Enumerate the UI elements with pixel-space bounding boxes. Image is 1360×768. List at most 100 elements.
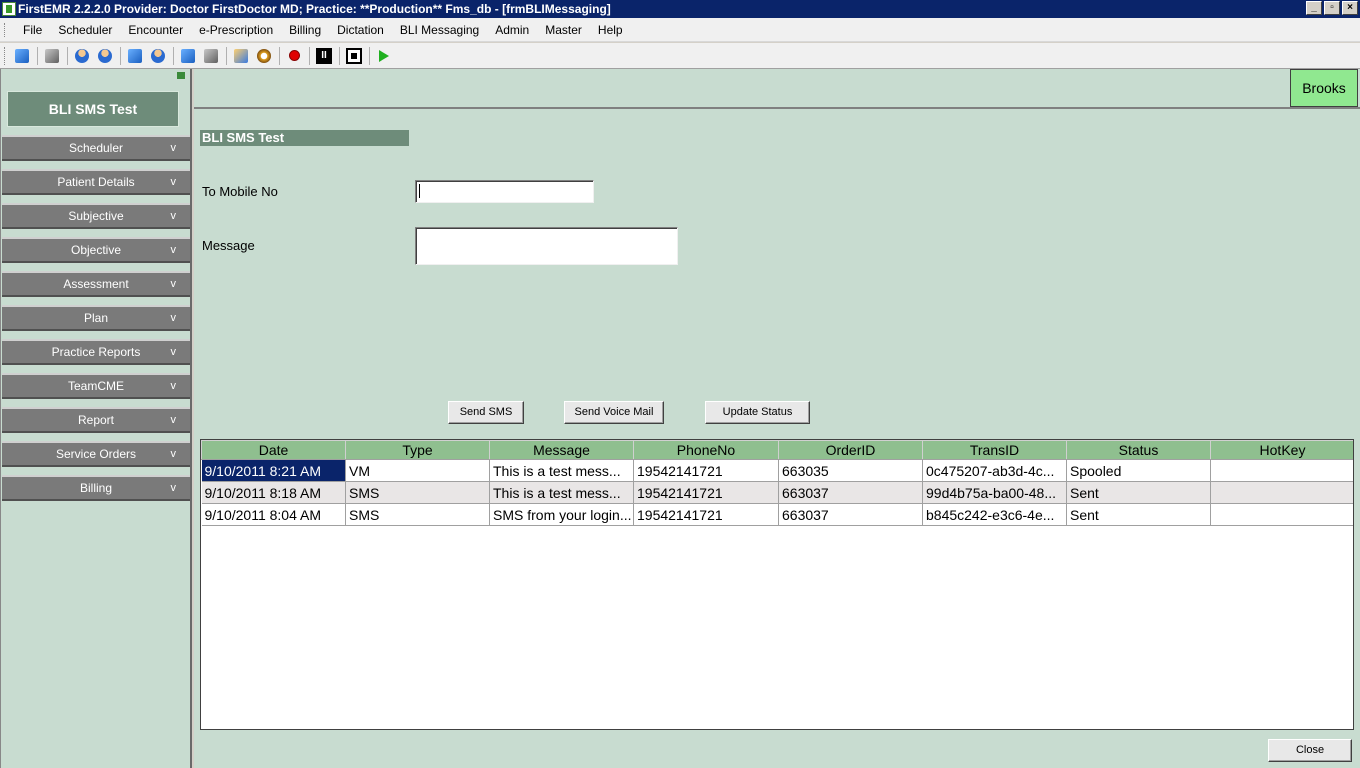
cell-phoneno[interactable]: 19542141721 [633, 481, 779, 504]
person-up-icon[interactable] [71, 45, 93, 67]
menu-admin[interactable]: Admin [487, 18, 537, 42]
minimize-button[interactable]: _ [1306, 1, 1322, 15]
cell-message[interactable]: This is a test mess... [489, 459, 634, 482]
cell-type[interactable]: SMS [345, 503, 490, 526]
send-voice-mail-button[interactable]: Send Voice Mail [564, 401, 664, 424]
cell-date[interactable]: 9/10/2011 8:21 AM [201, 459, 346, 482]
cell-date[interactable]: 9/10/2011 8:04 AM [201, 503, 346, 526]
chevron-down-icon: v [170, 380, 177, 392]
export-icon[interactable] [200, 45, 222, 67]
update-status-button[interactable]: Update Status [705, 401, 810, 424]
cell-orderid[interactable]: 663037 [778, 481, 923, 504]
stop-icon[interactable] [343, 45, 365, 67]
sidebar-item-label: Report [77, 413, 115, 427]
cell-hotkey[interactable] [1210, 459, 1353, 482]
column-header-date[interactable]: Date [201, 440, 346, 460]
menu-bli-messaging[interactable]: BLI Messaging [392, 18, 487, 42]
menu-master[interactable]: Master [537, 18, 590, 42]
sidebar-item-subjective[interactable]: Subjective v [2, 203, 190, 229]
cell-transid[interactable]: 99d4b75a-ba00-48... [922, 481, 1067, 504]
menu-encounter[interactable]: Encounter [120, 18, 191, 42]
toolbar-separator [120, 46, 121, 65]
cell-hotkey[interactable] [1210, 481, 1353, 504]
sidebar-item-report[interactable]: Report v [2, 407, 190, 433]
sidebar-item-assessment[interactable]: Assessment v [2, 271, 190, 297]
cell-transid[interactable]: 0c475207-ab3d-4c... [922, 459, 1067, 482]
menu-scheduler[interactable]: Scheduler [50, 18, 120, 42]
toolbar: II [0, 43, 1360, 69]
column-header-type[interactable]: Type [345, 440, 490, 460]
column-header-status[interactable]: Status [1066, 440, 1211, 460]
cell-status[interactable]: Spooled [1066, 459, 1211, 482]
chevron-down-icon: v [170, 312, 177, 324]
cell-phoneno[interactable]: 19542141721 [633, 459, 779, 482]
toolbar-separator [226, 46, 227, 65]
menu-help[interactable]: Help [590, 18, 631, 42]
cell-orderid[interactable]: 663037 [778, 503, 923, 526]
messages-grid[interactable]: Date Type Message PhoneNo OrderID TransI… [200, 439, 1354, 730]
column-header-transid[interactable]: TransID [922, 440, 1067, 460]
column-header-orderid[interactable]: OrderID [778, 440, 923, 460]
sidebar-item-teamcme[interactable]: TeamCME v [2, 373, 190, 399]
play-icon[interactable] [373, 45, 395, 67]
cell-transid[interactable]: b845c242-e3c6-4e... [922, 503, 1067, 526]
cell-date[interactable]: 9/10/2011 8:18 AM [201, 481, 346, 504]
column-header-hotkey[interactable]: HotKey [1210, 440, 1353, 460]
main-panel: Brooks BLI SMS Test To Mobile No Message… [194, 69, 1360, 768]
cell-message[interactable]: This is a test mess... [489, 481, 634, 504]
sidebar-item-label: Scheduler [68, 141, 124, 155]
cell-status[interactable]: Sent [1066, 481, 1211, 504]
menu-billing[interactable]: Billing [281, 18, 329, 42]
sync-icon[interactable] [41, 45, 63, 67]
column-header-message[interactable]: Message [489, 440, 634, 460]
mobile-label: To Mobile No [202, 184, 278, 199]
cell-phoneno[interactable]: 19542141721 [633, 503, 779, 526]
user-badge[interactable]: Brooks [1290, 69, 1358, 107]
cell-hotkey[interactable] [1210, 503, 1353, 526]
cell-message[interactable]: SMS from your login... [489, 503, 634, 526]
pause-icon[interactable]: II [313, 45, 335, 67]
toolbar-separator [369, 46, 370, 65]
person-down-icon[interactable] [94, 45, 116, 67]
title-bar: FirstEMR 2.2.2.0 Provider: Doctor FirstD… [0, 0, 1360, 18]
column-header-phoneno[interactable]: PhoneNo [633, 440, 779, 460]
sidebar-item-plan[interactable]: Plan v [2, 305, 190, 331]
menu-e-prescription[interactable]: e-Prescription [191, 18, 281, 42]
contact-icon[interactable] [147, 45, 169, 67]
sidebar-item-label: Service Orders [55, 447, 137, 461]
import-icon[interactable] [177, 45, 199, 67]
menu-file[interactable]: File [15, 18, 50, 42]
sidebar-item-patient-details[interactable]: Patient Details v [2, 169, 190, 195]
home-icon[interactable] [230, 45, 252, 67]
table-row[interactable]: 9/10/2011 8:18 AM SMS This is a test mes… [201, 481, 1353, 504]
chevron-down-icon: v [170, 278, 177, 290]
note-icon[interactable] [124, 45, 146, 67]
toolbar-separator [67, 46, 68, 65]
record-icon[interactable] [283, 45, 305, 67]
table-row[interactable]: 9/10/2011 8:21 AM VM This is a test mess… [201, 459, 1353, 482]
table-row[interactable]: 9/10/2011 8:04 AM SMS SMS from your logi… [201, 503, 1353, 526]
sidebar-item-billing[interactable]: Billing v [2, 475, 190, 501]
sidebar: BLI SMS Test Scheduler v Patient Details… [0, 69, 192, 768]
cell-orderid[interactable]: 663035 [778, 459, 923, 482]
close-button[interactable]: Close [1268, 739, 1352, 762]
sidebar-item-service-orders[interactable]: Service Orders v [2, 441, 190, 467]
chevron-down-icon: v [170, 448, 177, 460]
sidebar-item-practice-reports[interactable]: Practice Reports v [2, 339, 190, 365]
timer-icon[interactable] [253, 45, 275, 67]
send-sms-button[interactable]: Send SMS [448, 401, 524, 424]
cell-type[interactable]: VM [345, 459, 490, 482]
menu-dictation[interactable]: Dictation [329, 18, 392, 42]
mobile-number-input[interactable] [415, 180, 594, 203]
pin-icon[interactable] [177, 72, 185, 79]
close-window-button[interactable]: × [1342, 1, 1358, 15]
sidebar-item-scheduler[interactable]: Scheduler v [2, 135, 190, 161]
message-input[interactable] [415, 227, 678, 265]
cell-status[interactable]: Sent [1066, 503, 1211, 526]
sidebar-item-objective[interactable]: Objective v [2, 237, 190, 263]
restore-button[interactable]: ▫ [1324, 1, 1340, 15]
toolbar-grip [4, 46, 7, 65]
window-icon[interactable] [11, 45, 33, 67]
chevron-down-icon: v [170, 414, 177, 426]
cell-type[interactable]: SMS [345, 481, 490, 504]
